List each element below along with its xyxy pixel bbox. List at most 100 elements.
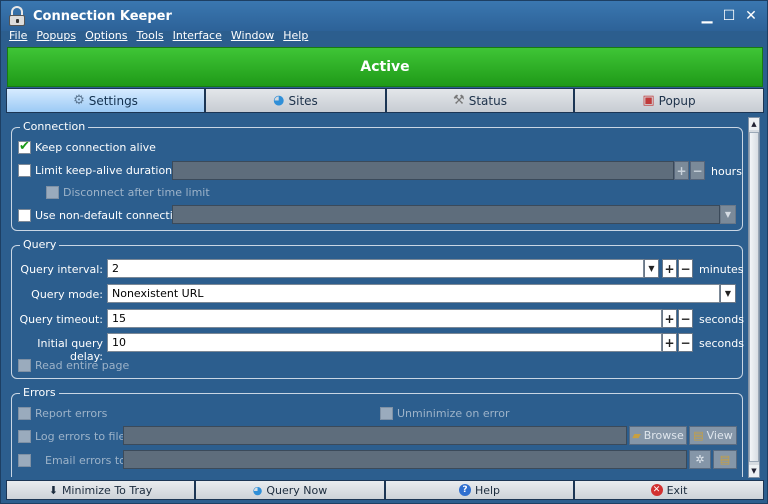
read-entire-page-checkbox[interactable] [18, 359, 31, 372]
query-timeout-unit: seconds [699, 313, 744, 326]
initial-query-delay-increment-button[interactable]: + [662, 333, 677, 352]
menu-interface[interactable]: Interface [173, 29, 222, 45]
keep-alive-row[interactable]: Keep connection alive [18, 139, 156, 154]
tab-sites[interactable]: ◕ Sites [205, 88, 386, 113]
initial-query-delay-input[interactable]: 10 [107, 333, 662, 352]
menu-options[interactable]: Options [85, 29, 127, 45]
keep-alive-label: Keep connection alive [35, 141, 156, 154]
non-default-connection-checkbox[interactable] [18, 209, 31, 222]
non-default-connection-label: Use non-default connection: [35, 209, 191, 222]
email-errors-row[interactable]: Email errors to: [18, 454, 130, 467]
query-mode-label: Query mode: [31, 288, 103, 301]
email-errors-checkbox[interactable] [18, 454, 31, 467]
limit-duration-checkbox[interactable] [18, 164, 31, 177]
browse-label: Browse [643, 429, 684, 442]
unminimize-on-error-checkbox[interactable] [380, 407, 393, 420]
menu-popups[interactable]: Popups [36, 29, 76, 45]
globe-icon: ◕ [252, 483, 263, 497]
help-icon: ? [458, 484, 471, 496]
help-label: Help [474, 483, 501, 497]
connection-select[interactable] [172, 205, 720, 224]
initial-query-delay-decrement-button[interactable]: − [678, 333, 693, 352]
limit-duration-decrement-button[interactable]: − [690, 161, 705, 180]
scroll-down-icon[interactable]: ▼ [749, 465, 759, 477]
query-now-label: Query Now [266, 483, 328, 497]
query-timeout-decrement-button[interactable]: − [678, 309, 693, 328]
log-errors-checkbox[interactable] [18, 430, 31, 443]
chevron-down-icon: ▼ [724, 210, 732, 219]
initial-query-delay-unit: seconds [699, 337, 744, 350]
query-mode-select[interactable]: Nonexistent URL [107, 284, 720, 303]
menu-tools[interactable]: Tools [137, 29, 164, 45]
tab-label: Status [468, 93, 507, 108]
email-errors-input[interactable] [123, 450, 687, 469]
query-interval-increment-button[interactable]: + [662, 259, 677, 278]
vertical-scrollbar[interactable]: ▲ ▼ [748, 117, 760, 478]
query-timeout-label: Query timeout: [19, 313, 104, 326]
view-button[interactable]: ▤ View [689, 426, 737, 445]
tool-icon: ⚒ [453, 93, 465, 108]
document-icon: ▤ [693, 429, 704, 442]
email-log-button[interactable]: ▤ [713, 450, 737, 469]
query-interval-input[interactable]: 2 [107, 259, 644, 278]
scrollbar-thumb[interactable] [749, 132, 759, 462]
disconnect-after-limit-checkbox[interactable] [46, 186, 59, 199]
limit-duration-unit: hours [711, 165, 742, 178]
query-now-button[interactable]: ◕ Query Now [195, 480, 385, 500]
limit-duration-increment-button[interactable]: + [674, 161, 689, 180]
read-entire-page-label: Read entire page [35, 359, 130, 372]
query-interval-decrement-button[interactable]: − [678, 259, 693, 278]
query-interval-dropdown-button[interactable]: ▼ [644, 259, 659, 278]
unminimize-on-error-row[interactable]: Unminimize on error [380, 407, 509, 420]
limit-duration-row[interactable]: Limit keep-alive duration to: [18, 164, 190, 177]
maximize-icon[interactable]: ☐ [721, 8, 737, 24]
gear-icon: ⚙ [73, 93, 85, 108]
limit-duration-label: Limit keep-alive duration to: [35, 164, 191, 177]
query-legend: Query [20, 238, 60, 251]
minimize-to-tray-label: Minimize To Tray [61, 483, 153, 497]
read-entire-page-row[interactable]: Read entire page [18, 359, 129, 372]
exit-button[interactable]: ✕ Exit [574, 480, 764, 500]
help-button[interactable]: ? Help [385, 480, 574, 500]
popup-window-icon: ▣ [642, 93, 655, 108]
email-settings-button[interactable]: ✲ [689, 450, 711, 469]
menu-bar: File Popups Options Tools Interface Wind… [1, 29, 767, 45]
query-mode-dropdown-button[interactable]: ▼ [720, 284, 736, 303]
query-timeout-input[interactable]: 15 [107, 309, 662, 328]
log-errors-label: Log errors to file: [35, 430, 129, 443]
report-errors-row[interactable]: Report errors [18, 407, 107, 420]
scroll-up-icon[interactable]: ▲ [749, 118, 759, 130]
title-bar[interactable]: Connection Keeper ▁ ☐ ✕ [1, 1, 767, 31]
close-icon[interactable]: ✕ [743, 8, 759, 24]
gear-icon: ✲ [695, 453, 705, 466]
limit-duration-input[interactable] [172, 161, 674, 180]
status-banner[interactable]: Active [7, 47, 763, 87]
padlock-icon [8, 6, 26, 26]
report-errors-checkbox[interactable] [18, 407, 31, 420]
tab-status[interactable]: ⚒ Status [386, 88, 574, 113]
non-default-connection-row[interactable]: Use non-default connection: [18, 209, 190, 222]
tab-popup[interactable]: ▣ Popup [574, 88, 764, 113]
window-title: Connection Keeper [33, 8, 172, 24]
minimize-to-tray-button[interactable]: ⬇ Minimize To Tray [6, 480, 195, 500]
menu-file[interactable]: File [9, 29, 27, 45]
tab-label: Settings [88, 93, 138, 108]
menu-help[interactable]: Help [283, 29, 308, 45]
errors-legend: Errors [20, 386, 59, 399]
chevron-down-icon: ▼ [724, 289, 732, 298]
log-file-input[interactable] [123, 426, 627, 445]
menu-window[interactable]: Window [231, 29, 274, 45]
connection-dropdown-button[interactable]: ▼ [720, 205, 736, 224]
browse-button[interactable]: ▰ Browse [629, 426, 687, 445]
main-tabs: ⚙ Settings ◕ Sites ⚒ Status ▣ Popup [6, 88, 764, 113]
log-errors-row[interactable]: Log errors to file: [18, 430, 129, 443]
folder-icon: ▰ [632, 429, 641, 442]
tab-settings[interactable]: ⚙ Settings [6, 88, 205, 113]
tab-label: Popup [658, 93, 696, 108]
minimize-icon[interactable]: ▁ [699, 8, 715, 24]
query-timeout-increment-button[interactable]: + [662, 309, 677, 328]
keep-alive-checkbox[interactable] [18, 139, 31, 154]
view-label: View [706, 429, 733, 442]
disconnect-after-limit-row[interactable]: Disconnect after time limit [46, 186, 210, 199]
settings-panel: Connection Keep connection alive Limit k… [7, 115, 747, 477]
